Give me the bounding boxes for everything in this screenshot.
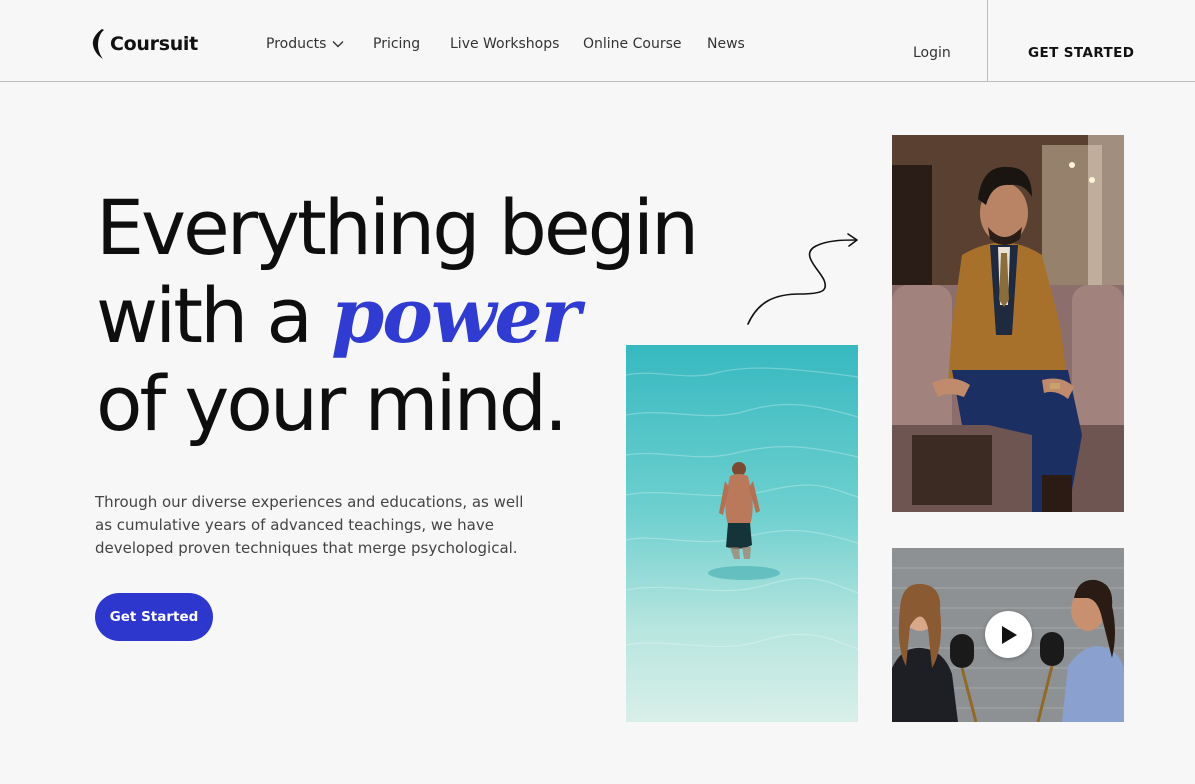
man-walking-into-sea-photo [626, 345, 858, 722]
login-link[interactable]: Login [913, 45, 951, 61]
podcast-conversation-video[interactable] [892, 548, 1124, 722]
nav-item-pricing[interactable]: Pricing [373, 36, 420, 52]
get-started-button[interactable]: Get Started [95, 593, 213, 641]
crescent-logo-icon [92, 29, 104, 59]
nav-item-label: Products [266, 36, 327, 52]
play-icon [1001, 625, 1017, 644]
header-divider [987, 0, 988, 82]
chevron-down-icon [332, 41, 344, 48]
top-header: Coursuit Products Pricing Live Workshops… [0, 0, 1195, 82]
nav-item-news[interactable]: News [707, 36, 745, 52]
headline-line-1: Everything begin [96, 183, 699, 272]
brand-logo[interactable]: Coursuit [92, 28, 198, 60]
brand-name: Coursuit [110, 33, 198, 55]
headline-accent-word: power [331, 271, 581, 360]
headline-line-2-prefix: with a [96, 271, 332, 360]
nav-item-products[interactable]: Products [266, 36, 344, 52]
play-button[interactable] [985, 611, 1032, 658]
nav-item-online-course[interactable]: Online Course [583, 36, 682, 52]
get-started-header-button[interactable]: GET STARTED [1028, 45, 1134, 61]
squiggle-arrow-icon [747, 233, 858, 325]
man-in-suit-seated-photo [892, 135, 1124, 512]
hero-subtitle: Through our diverse experiences and educ… [95, 493, 524, 557]
nav-item-live-workshops[interactable]: Live Workshops [450, 36, 559, 52]
